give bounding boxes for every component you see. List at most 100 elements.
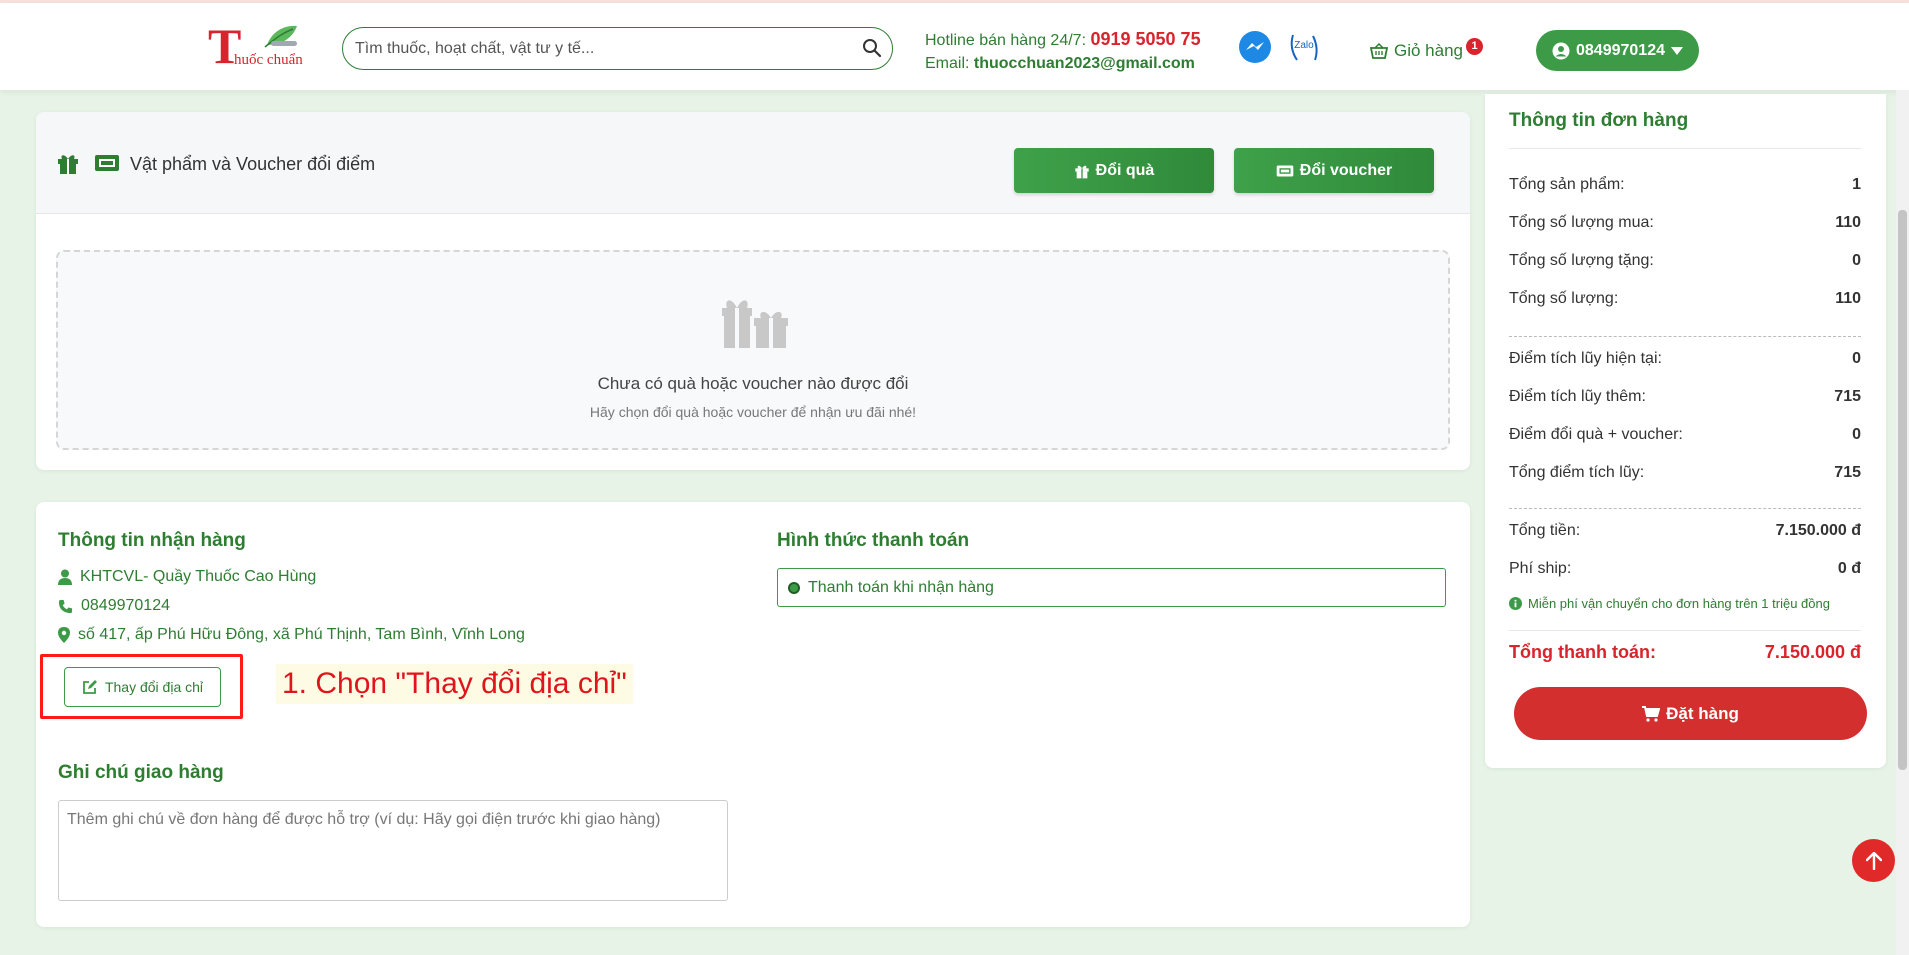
payment-option-cod[interactable]: Thanh toán khi nhận hàng	[777, 568, 1446, 607]
search-icon[interactable]	[862, 38, 882, 58]
place-order-label: Đặt hàng	[1666, 703, 1739, 723]
summary-label: Tổng tiền:	[1509, 522, 1581, 539]
cart-icon	[1642, 705, 1661, 722]
ticket-icon	[1276, 164, 1294, 177]
summary-value: 715	[1834, 388, 1861, 405]
shipping-title: Thông tin nhận hàng	[58, 530, 246, 551]
summary-row: Tổng số lượng: 110	[1509, 290, 1861, 308]
dashed-divider	[1509, 336, 1861, 337]
radio-selected-icon	[788, 581, 800, 594]
summary-label: Tổng số lượng tặng:	[1509, 252, 1654, 269]
user-circle-icon	[1552, 42, 1570, 59]
leaf-icon	[264, 25, 297, 48]
voucher-section: Vật phẩm và Voucher đổi điểm Đổi quà Đổi…	[36, 112, 1470, 470]
email-value[interactable]: thuocchuan2023@gmail.com	[974, 55, 1195, 72]
hotline-number[interactable]: 0919 5050 75	[1090, 29, 1200, 49]
summary-row: Điểm tích lũy thêm: 715	[1509, 388, 1861, 406]
ticket-icon	[95, 155, 119, 171]
summary-row: Tổng điểm tích lũy: 715	[1509, 464, 1861, 482]
logo-text: huốc chuẩn	[234, 52, 303, 68]
place-order-button[interactable]: Đặt hàng	[1514, 687, 1867, 740]
recipient-phone-row: 0849970124	[58, 597, 170, 615]
summary-row: Tổng sản phẩm: 1	[1509, 176, 1861, 194]
gift-icon	[1074, 165, 1089, 178]
redeem-gift-label: Đổi quà	[1095, 161, 1155, 179]
user-icon	[58, 569, 72, 585]
scroll-to-top-button[interactable]	[1852, 839, 1895, 882]
gifts-icon	[722, 300, 788, 348]
change-address-button[interactable]: Thay đổi địa chỉ	[64, 667, 221, 707]
caret-down-icon	[1670, 46, 1683, 55]
summary-value: 110	[1835, 290, 1861, 307]
contact-info: Hotline bán hàng 24/7: 0919 5050 75 Emai…	[925, 28, 1201, 75]
summary-label: Điểm tích lũy hiện tại:	[1509, 350, 1662, 367]
dashed-divider	[1509, 508, 1861, 509]
free-shipping-note: Miễn phí vận chuyển cho đơn hàng trên 1 …	[1509, 596, 1830, 611]
summary-row: Tổng số lượng tặng: 0	[1509, 252, 1861, 270]
arrow-up-icon	[1865, 851, 1882, 870]
summary-row: Phí ship: 0 đ	[1509, 560, 1861, 578]
summary-label: Tổng sản phẩm:	[1509, 176, 1625, 193]
voucher-empty-state: Chưa có quà hoặc voucher nào được đổi Hã…	[56, 250, 1450, 450]
info-icon	[1509, 597, 1522, 610]
hotline-label: Hotline bán hàng 24/7:	[925, 32, 1087, 49]
redeem-gift-button[interactable]: Đổi quà	[1014, 148, 1214, 193]
messenger-icon[interactable]	[1238, 30, 1272, 64]
summary-value: 715	[1834, 464, 1861, 481]
divider	[1509, 148, 1861, 149]
basket-icon	[1370, 43, 1388, 59]
summary-row: Tổng tiền: 7.150.000 đ	[1509, 522, 1861, 540]
summary-value: 7.150.000 đ	[1775, 522, 1861, 539]
summary-value: 1	[1852, 176, 1861, 193]
empty-title: Chưa có quà hoặc voucher nào được đổi	[597, 374, 909, 393]
summary-row: Tổng số lượng mua: 110	[1509, 214, 1861, 232]
recipient-name-row: KHTCVL- Quầy Thuốc Cao Hùng	[58, 568, 316, 586]
search-bar	[342, 27, 893, 70]
free-shipping-text: Miễn phí vận chuyển cho đơn hàng trên 1 …	[1528, 596, 1830, 611]
order-summary: Thông tin đơn hàng Tổng sản phẩm: 1 Tổng …	[1485, 94, 1886, 768]
search-input[interactable]	[355, 28, 845, 69]
site-header: T huốc chuẩn Hotline bán hàng 24/7: 0919…	[0, 3, 1909, 90]
tutorial-annotation: 1. Chọn "Thay đổi địa chỉ"	[276, 664, 633, 704]
account-button[interactable]: 0849970124	[1536, 30, 1699, 71]
empty-subtitle: Hãy chọn đổi quà hoặc voucher để nhận ưu…	[589, 404, 917, 420]
summary-value: 0 đ	[1837, 560, 1861, 577]
summary-label: Tổng điểm tích lũy:	[1509, 464, 1645, 481]
zalo-label: Zalo	[1294, 40, 1314, 51]
change-address-label: Thay đổi địa chỉ	[104, 679, 204, 695]
grand-total-row: Tổng thanh toán: 7.150.000 đ	[1509, 642, 1861, 663]
delivery-note-input[interactable]	[58, 800, 728, 901]
summary-value: 0	[1852, 252, 1861, 269]
grand-total-value: 7.150.000 đ	[1764, 642, 1861, 662]
gift-icon	[58, 155, 78, 174]
recipient-address-row: số 417, ấp Phú Hữu Đông, xã Phú Thịnh, T…	[58, 626, 525, 644]
voucher-header: Vật phẩm và Voucher đổi điểm Đổi quà Đổi…	[36, 112, 1470, 214]
redeem-voucher-button[interactable]: Đổi voucher	[1234, 148, 1434, 193]
summary-label: Điểm tích lũy thêm:	[1509, 388, 1646, 405]
payment-option-label: Thanh toán khi nhận hàng	[808, 578, 994, 596]
summary-label: Tổng số lượng mua:	[1509, 214, 1654, 231]
redeem-voucher-label: Đổi voucher	[1299, 161, 1393, 179]
summary-label: Tổng số lượng:	[1509, 290, 1619, 307]
summary-value: 0	[1852, 426, 1861, 443]
summary-value: 0	[1852, 350, 1861, 367]
summary-label: Điểm đổi quà + voucher:	[1509, 426, 1683, 443]
cart-label: Giỏ hàng	[1394, 41, 1463, 60]
divider	[1509, 630, 1861, 631]
cart-link[interactable]: Giỏ hàng	[1370, 41, 1463, 61]
recipient-address: số 417, ấp Phú Hữu Đông, xã Phú Thịnh, T…	[78, 626, 525, 643]
scrollbar-thumb[interactable]	[1898, 210, 1907, 770]
zalo-icon[interactable]: Zalo	[1287, 30, 1321, 64]
summary-row: Điểm đổi quà + voucher: 0	[1509, 426, 1861, 444]
site-logo[interactable]: T huốc chuẩn	[208, 18, 308, 74]
voucher-title: Vật phẩm và Voucher đổi điểm	[130, 154, 376, 174]
payment-title: Hình thức thanh toán	[777, 530, 970, 551]
grand-total-label: Tổng thanh toán:	[1509, 642, 1656, 662]
map-marker-icon	[58, 627, 70, 643]
email-label: Email:	[925, 55, 970, 72]
summary-value: 110	[1835, 214, 1861, 231]
account-label: 0849970124	[1576, 41, 1665, 59]
recipient-phone: 0849970124	[81, 597, 170, 614]
shipping-payment-section: Thông tin nhận hàng KHTCVL- Quầy Thuốc C…	[36, 502, 1470, 927]
page-scrollbar[interactable]	[1896, 90, 1909, 955]
